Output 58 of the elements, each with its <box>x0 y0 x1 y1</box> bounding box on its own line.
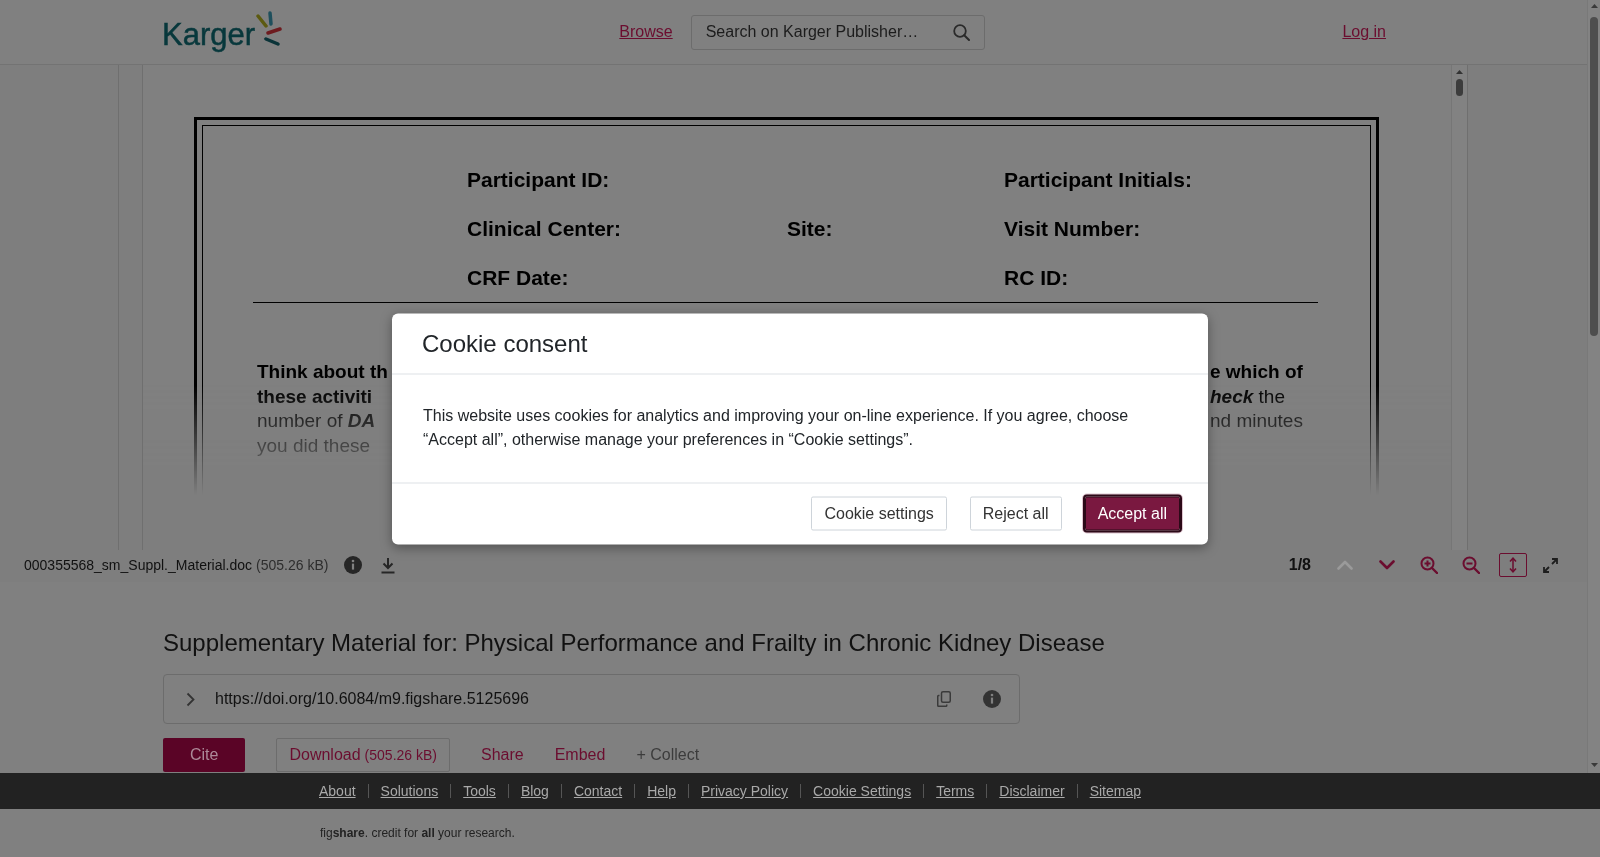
form-label: CRF Date: <box>467 265 570 290</box>
passage-text: Think about th <box>257 361 388 382</box>
scrollbar-thumb[interactable] <box>1456 79 1463 96</box>
page-indicator: 1/8 <box>1288 556 1311 574</box>
info-icon[interactable] <box>344 556 363 574</box>
file-size: (505.26 kB) <box>256 557 329 573</box>
dialog-message: This website uses cookies for analytics and improving your on-line experience. If you agree, choose “Accept all”, otherwise manage your preferences in “Cookie settings”. <box>423 405 1130 450</box>
form-label: Participant ID: <box>467 167 611 192</box>
chevron-right-icon[interactable] <box>186 691 195 707</box>
footer-link[interactable]: Contact <box>573 783 623 799</box>
fit-height-button[interactable] <box>1499 553 1527 577</box>
passage-text: e which of <box>1210 361 1303 382</box>
footer-link[interactable]: Blog <box>520 783 549 799</box>
scrollbar-thumb[interactable] <box>1590 17 1598 336</box>
footer-link[interactable]: About <box>319 783 356 799</box>
footer-link[interactable]: Solutions <box>380 783 439 799</box>
passage-text: these activiti <box>257 385 373 407</box>
dialog-button[interactable]: Reject all <box>969 496 1062 531</box>
action-button[interactable]: Cite <box>163 738 246 772</box>
search-field[interactable]: Search on Karger Publisher… <box>690 14 985 50</box>
scroll-down-icon[interactable] <box>1590 763 1598 767</box>
dialog-title: Cookie consent <box>422 329 588 357</box>
passage-text: you did these <box>257 434 371 456</box>
form-label: Visit Number: <box>1004 216 1142 241</box>
zoom-out-icon <box>1462 556 1480 574</box>
passage-text: number of DA <box>257 410 376 431</box>
download-icon[interactable] <box>380 556 397 574</box>
vertical-arrows-icon <box>1509 557 1517 573</box>
chevron-down-icon <box>1379 560 1395 570</box>
scroll-up-icon[interactable] <box>1590 4 1598 8</box>
scrollbar[interactable] <box>1451 65 1467 550</box>
copy-icon[interactable] <box>937 691 951 707</box>
dialog-button[interactable]: Cookie settings <box>811 496 947 531</box>
chevron-up-icon <box>1337 560 1353 570</box>
footer-link[interactable]: Tools <box>463 783 496 799</box>
footer-link[interactable]: Sitemap <box>1089 783 1141 799</box>
scrollbar[interactable] <box>1587 0 1600 773</box>
form-label: Site: <box>787 216 834 241</box>
form-label: Participant Initials: <box>1004 167 1193 192</box>
file-name: 000355568_sm_Suppl._Material.doc <box>24 557 253 573</box>
footer-link[interactable]: Cookie Settings <box>813 783 912 799</box>
passage-text: nd minutes <box>1210 410 1303 431</box>
footer-link[interactable]: Disclaimer <box>999 783 1065 799</box>
search-icon[interactable] <box>952 23 970 41</box>
form-label: Clinical Center: <box>467 216 623 241</box>
info-icon[interactable] <box>983 690 1001 708</box>
footer-link[interactable]: Help <box>647 783 676 799</box>
passage-text: heck the <box>1210 385 1285 407</box>
footer-link[interactable]: Terms <box>936 783 975 799</box>
item-title: Supplementary Material for: Physical Performance and Frailty in Chronic Kidney Disease <box>163 628 1106 658</box>
dialog-button[interactable]: Accept all <box>1084 496 1180 531</box>
form-label: RC ID: <box>1004 265 1070 290</box>
expand-icon <box>1542 557 1558 573</box>
doi-text: https://doi.org/10.6084/m9.figshare.5125696 <box>215 690 529 708</box>
footer-link[interactable]: Privacy Policy <box>700 783 789 799</box>
tagline: figshare. credit for all your research. <box>320 826 515 840</box>
scroll-up-icon[interactable] <box>1456 70 1463 74</box>
zoom-in-icon <box>1420 556 1438 574</box>
